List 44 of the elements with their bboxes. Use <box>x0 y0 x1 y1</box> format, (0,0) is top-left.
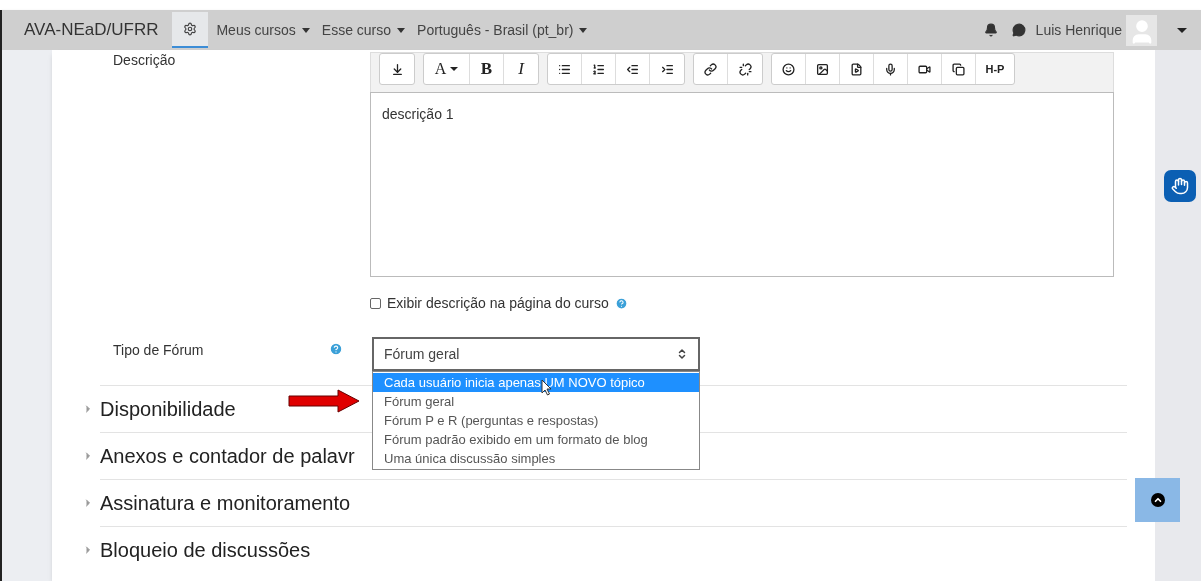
h5p-button[interactable]: H-P <box>976 54 1014 84</box>
user-name[interactable]: Luis Henrique <box>1035 19 1122 41</box>
dropdown-option[interactable]: Fórum geral <box>373 392 699 411</box>
media-file-icon <box>850 62 863 76</box>
image-icon <box>816 62 829 76</box>
dropdown-option[interactable]: Fórum P e R (perguntas e respostas) <box>373 411 699 430</box>
checkbox-label: Exibir descrição na página do curso <box>387 294 609 313</box>
accessibility-button[interactable] <box>1164 170 1196 202</box>
settings-button[interactable] <box>172 12 209 48</box>
forum-type-select[interactable]: Fórum geral <box>372 337 700 371</box>
outdent-icon <box>626 62 639 76</box>
numbered-list-icon <box>592 62 605 76</box>
nav-menu[interactable]: Português - Brasil (pt_br) <box>417 19 588 41</box>
link-icon <box>704 62 717 76</box>
bullet-list-icon <box>558 62 571 76</box>
help-icon[interactable] <box>614 297 628 310</box>
messages-icon[interactable] <box>1011 23 1026 37</box>
description-editor[interactable]: descrição 1 <box>370 92 1114 277</box>
help-icon[interactable] <box>329 342 343 356</box>
field-label: Descrição <box>113 51 177 70</box>
insert-arrow-icon <box>390 62 404 76</box>
smiley-icon <box>782 62 795 76</box>
unlink-icon <box>738 62 752 76</box>
dropdown-option[interactable]: Uma única discussão simples <box>373 449 699 468</box>
nav-menu[interactable]: Meus cursos <box>216 19 310 41</box>
indent-icon <box>660 62 674 76</box>
arrow-icon <box>288 389 360 413</box>
select-arrows-icon <box>676 348 688 360</box>
copy-icon <box>952 62 965 76</box>
chevron-up-icon <box>1150 493 1165 507</box>
font-menu-button[interactable]: A <box>424 54 470 84</box>
site-brand-link[interactable]: AVA-NEaD/UFRR <box>24 17 159 43</box>
back-to-top-button[interactable] <box>1135 478 1180 522</box>
checkbox[interactable] <box>370 298 381 309</box>
gear-icon <box>183 22 198 36</box>
italic-button[interactable]: I <box>504 54 538 84</box>
field-label: Tipo de Fórum <box>113 341 205 360</box>
dropdown-option[interactable]: Fórum padrão exibido em um formato de blog <box>373 430 699 449</box>
bold-button[interactable]: B <box>470 54 504 84</box>
hand-icon <box>1171 177 1189 195</box>
microphone-icon <box>884 62 897 76</box>
nav-menu[interactable]: Esse curso <box>321 19 406 41</box>
caret-icon[interactable] <box>1177 27 1187 33</box>
notifications-icon[interactable] <box>983 23 998 37</box>
